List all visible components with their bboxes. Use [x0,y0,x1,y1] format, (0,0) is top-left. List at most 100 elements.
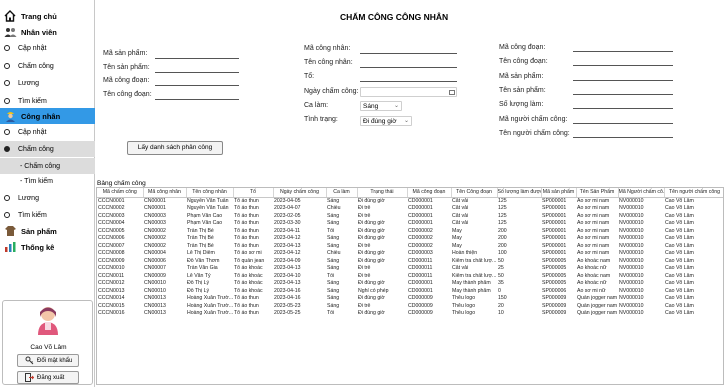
table-row[interactable]: CCCN0009 CN00006 Đỗ Văn Thơm Tổ quần jean 20… [97,257,723,266]
table-row[interactable]: CCCN0001 CN00001 Nguyễn Văn Tuấn Tổ áo thun… [97,197,723,205]
table-row[interactable]: CCCN0016 CN00013 Hoàng Xuân Trườ... Tổ áo t… [97,310,723,318]
table-cell: Tổ áo khoác [234,272,263,279]
table-row[interactable]: CCCN0005 CN00002 Trần Thị Bé Tổ áo thun 2023… [97,227,723,236]
worker-name-field[interactable] [360,59,457,68]
column-header[interactable]: Tổ [233,188,274,198]
table-row[interactable]: CCCN0002 CN00001 Nguyễn Văn Tuấn Tổ áo thun… [97,205,723,213]
table-cell: Cao Võ Lâm [665,235,694,241]
product-name-field[interactable] [155,64,239,73]
table-row[interactable]: CCCN0011 CN00009 Lê Văn Tý Tổ áo khoác 2023-… [97,272,723,281]
timekeeper-name-field[interactable] [573,129,673,138]
table-row[interactable]: CCCN0004 CN00003 Phạm Văn Cao Tổ áo thun 202… [97,220,723,228]
column-header[interactable]: Số lượng làm được [497,188,542,198]
table-row[interactable]: CCCN0008 CN00004 Lê Thị Diễm Tổ áo sơ mi 202… [97,250,723,258]
shift-select[interactable]: Sáng ⌄ [360,101,402,111]
product-code-field[interactable] [155,50,239,59]
product-code-field-2[interactable] [573,72,673,81]
column-header[interactable]: Trạng thái [357,188,408,198]
sidebar-item-12[interactable]: Tìm kiếm [0,207,95,223]
table-cell: CD000001 [408,287,433,294]
table-cell: CN00013 [144,310,166,316]
load-assignments-button[interactable]: Lấy danh sách phân công [127,141,223,155]
date-picker[interactable] [360,87,457,97]
sidebar-item-13[interactable]: Sản phẩm [0,223,95,239]
table-row[interactable]: CCCN0003 CN00003 Phạm Văn Cao Tổ áo thun 202… [97,212,723,221]
table-cell: Sáng [327,197,340,204]
sidebar-item-3[interactable]: Chấm công [0,58,95,74]
table-cell: Cắt vải [452,220,469,226]
table-row[interactable]: CCCN0014 CN00013 Hoàng Xuân Trườ... Tổ áo t… [97,295,723,303]
table-cell: May thành phẩm [452,280,491,286]
stage-code-field[interactable] [155,77,239,86]
table-cell: Sáng [327,220,340,226]
column-header[interactable]: Mã Người chấm cô... [618,188,665,198]
stage-name-field-2[interactable] [573,57,673,66]
quantity-field[interactable] [573,100,673,109]
table-cell: CCCN0009 [98,257,125,264]
column-header[interactable]: Tên Sản Phẩm [576,188,619,198]
table-cell: May [452,227,462,234]
product-name-field-2[interactable] [573,86,673,95]
sidebar-item-4[interactable]: Lương [0,75,95,91]
timekeeper-code-field[interactable] [573,115,673,124]
column-header[interactable]: Mã chấm công [97,188,144,198]
table-row[interactable]: CCCN0006 CN00002 Trần Thị Bé Tổ áo thun 2023… [97,235,723,243]
table-cell: SP000005 [542,272,567,279]
sidebar-item-14[interactable]: Thống kê [0,239,95,255]
table-cell: Sáng [327,280,340,286]
attendance-table[interactable]: Mã chấm công Mã công nhân Tên công nhân Tổ N… [96,187,724,385]
worker-code-field[interactable] [360,45,457,54]
sidebar-item-7[interactable]: Cập nhật [0,124,95,140]
employees-icon [3,26,17,39]
sidebar-item-5[interactable]: Tìm kiếm [0,93,95,109]
change-password-button[interactable]: Đổi mật khẩu [17,354,79,367]
sidebar-item-2[interactable]: Cập nhật [0,40,95,56]
table-row[interactable]: CCCN0007 CN00002 Trần Thị Bé Tổ áo thun 2023… [97,242,723,251]
logout-button[interactable]: Đăng xuất [17,371,79,384]
table-cell: NV000010 [619,205,644,211]
column-header[interactable]: Tên công nhân [186,188,234,198]
column-header[interactable]: Mã công đoạn [407,188,452,198]
column-header[interactable]: Mã công nhân [143,188,187,198]
table-cell: Phạm Văn Cao [187,220,223,226]
sidebar-item-label: - Tìm kiếm [20,177,53,185]
sidebar-item-label: Trang chủ [21,11,57,21]
column-header[interactable]: Mã sản phẩm [541,188,577,198]
radio-dot-icon [4,146,10,152]
column-header[interactable]: Ca làm [326,188,358,198]
table-cell: CN00001 [144,197,166,204]
avatar [38,307,58,335]
table-cell: Áo khoác nữ [577,265,607,271]
table-cell: Đi trễ [358,302,371,309]
table-row[interactable]: CCCN0010 CN00007 Trần Văn Gia Tổ áo khoác 20… [97,265,723,273]
table-cell: CCCN0014 [98,295,125,301]
sidebar-item-8[interactable]: Chấm công [0,141,95,157]
sidebar-item-0[interactable]: Trang chủ [0,8,95,24]
table-cell: Phạm Văn Cao [187,212,223,219]
table-cell: Trần Thị Bé [187,242,214,249]
sidebar-item-1[interactable]: Nhân viên [0,24,95,40]
table-cell: SP000001 [542,250,567,256]
sidebar-item-label: Sản phẩm [21,226,57,236]
table-cell: CD000011 [408,257,433,264]
table-cell: CN00001 [144,205,166,211]
table-cell: Cao Võ Lâm [665,242,694,249]
table-row[interactable]: CCCN0013 CN00010 Đỗ Thị Lý Tổ áo khoác 2023-… [97,287,723,296]
stage-name-field[interactable] [155,91,239,100]
table-row[interactable]: CCCN0012 CN00010 Đỗ Thị Lý Tổ áo khoác 2023-… [97,280,723,288]
team-field[interactable] [360,73,457,82]
table-cell: Cao Võ Lâm [665,197,694,204]
sidebar-item-11[interactable]: Lương [0,190,95,206]
status-select[interactable]: Đi đúng giờ ⌄ [360,116,412,126]
column-header[interactable]: Tên người chấm công [664,188,723,198]
table-cell: Sáng [327,257,340,264]
stage-code-field-2[interactable] [573,43,673,52]
column-header[interactable]: Ngày chấm công [273,188,327,198]
sidebar-item-9[interactable]: - Chấm công [0,158,95,174]
sidebar-item-10[interactable]: - Tìm kiếm [0,173,95,189]
table-row[interactable]: CCCN0015 CN00013 Hoàng Xuân Trườ... Tổ áo t… [97,302,723,311]
table-cell: SP000001 [542,242,567,249]
column-header[interactable]: Tên Công đoạn [451,188,498,198]
sidebar-item-6[interactable]: Công nhân [0,108,95,124]
table-cell: SP000005 [542,265,567,271]
